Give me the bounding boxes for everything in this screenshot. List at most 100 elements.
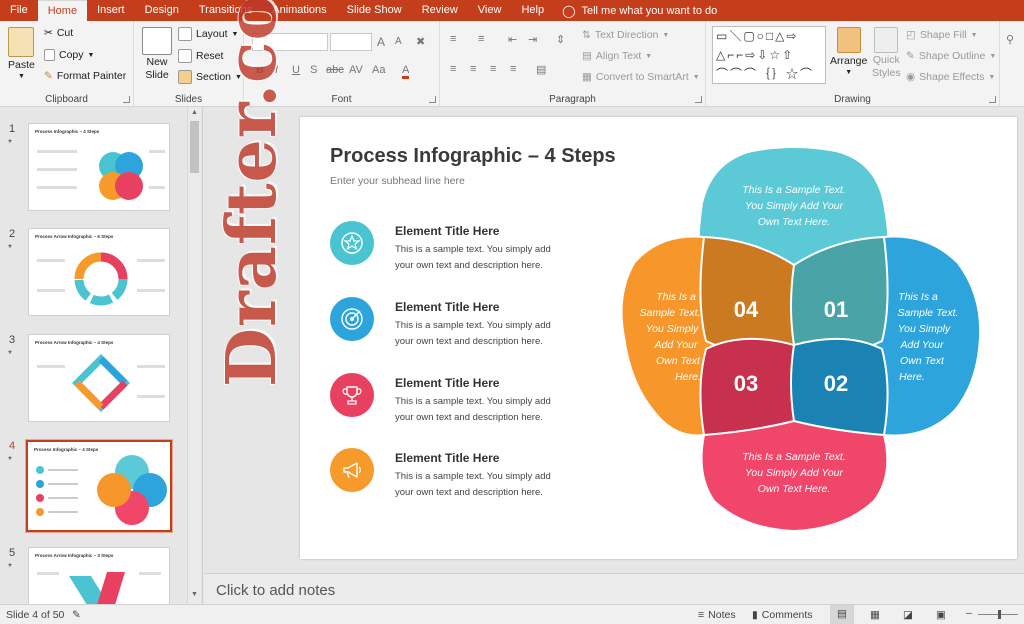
paste-button[interactable]: Paste ▼ — [8, 27, 35, 80]
slide-canvas[interactable]: Process Infographic – 4 Steps Enter your… — [300, 117, 1017, 559]
tab-home[interactable]: Home — [37, 0, 88, 21]
font-family-dropdown[interactable] — [252, 33, 328, 51]
align-text-button[interactable]: ▤ Align Text ▼ — [582, 50, 652, 62]
slide-subtitle[interactable]: Enter your subhead line here — [330, 175, 465, 187]
normal-view-icon: ▤ — [837, 608, 847, 620]
grow-font-button[interactable]: A — [377, 35, 385, 49]
font-group: A A ✖ B I U S abc AV Aa A Font — [244, 21, 440, 107]
section-button[interactable]: Section ▼ — [178, 70, 242, 84]
italic-button[interactable]: I — [275, 64, 278, 76]
increase-indent-icon[interactable]: ⇥ — [528, 33, 537, 46]
chevron-down-icon: ▼ — [970, 31, 978, 39]
tab-insert[interactable]: Insert — [87, 0, 135, 21]
zoom-slider-thumb[interactable] — [998, 610, 1001, 619]
font-launcher[interactable] — [429, 96, 436, 103]
slide-title[interactable]: Process Infographic – 4 Steps — [330, 145, 616, 168]
slide-thumbnail-2[interactable]: Process Arrow Infographic – 6 Steps — [28, 228, 170, 316]
find-icon[interactable]: ⚲ — [1006, 33, 1014, 46]
shrink-font-button[interactable]: A — [395, 36, 402, 47]
tab-animations[interactable]: Animations — [262, 0, 336, 21]
shadow-button[interactable]: S — [310, 64, 317, 76]
bullets-icon[interactable]: ≡ — [450, 33, 458, 45]
element-item-1[interactable]: Element Title Here This is a sample text… — [330, 221, 630, 281]
notes-placeholder[interactable]: Click to add notes — [216, 582, 335, 599]
petal-left-line-5: Own Text — [656, 355, 701, 367]
comments-button[interactable]: ▮ Comments — [752, 609, 813, 621]
copy-button[interactable]: Copy ▼ — [44, 49, 94, 61]
element-description: This is a sample text. You simply add yo… — [395, 396, 551, 423]
tab-design[interactable]: Design — [135, 0, 189, 21]
petal-left-line-2: Sample Text. — [640, 307, 701, 319]
spellcheck-icon[interactable]: ✎ — [72, 609, 81, 621]
chevron-down-icon: ▼ — [235, 73, 242, 81]
convert-smartart-button[interactable]: ▦ Convert to SmartArt ▼ — [582, 71, 700, 83]
clipboard-launcher[interactable] — [123, 96, 130, 103]
tab-review[interactable]: Review — [412, 0, 468, 21]
tab-view[interactable]: View — [468, 0, 512, 21]
thumbnail-scrollbar[interactable]: ▲ ▼ — [187, 107, 201, 604]
new-slide-button[interactable]: New Slide — [142, 27, 172, 81]
align-center-icon[interactable]: ≡ — [470, 63, 476, 75]
clear-formatting-icon[interactable]: ✖ — [416, 35, 425, 48]
paragraph-group-label: Paragraph — [549, 94, 596, 105]
shape-outline-button[interactable]: ✎ Shape Outline ▼ — [906, 50, 996, 62]
decrease-indent-icon[interactable]: ⇤ — [508, 33, 517, 46]
justify-icon[interactable]: ≡ — [510, 63, 516, 75]
align-right-icon[interactable]: ≡ — [490, 63, 496, 75]
text-direction-button[interactable]: ⇅ Text Direction ▼ — [582, 29, 669, 41]
format-painter-button[interactable]: ✎ Format Painter — [44, 70, 126, 82]
font-size-dropdown[interactable] — [330, 33, 372, 51]
notes-pane[interactable]: Click to add notes — [204, 573, 1024, 604]
change-case-button[interactable]: Aa — [372, 64, 385, 76]
petal-bottom-line-2: You Simply Add Your — [745, 467, 844, 479]
notes-button[interactable]: ≡ Notes — [698, 609, 736, 621]
element-item-2[interactable]: Element Title Here This is a sample text… — [330, 297, 630, 357]
char-spacing-button[interactable]: AV — [349, 64, 363, 76]
bold-button[interactable]: B — [256, 64, 264, 76]
columns-icon[interactable]: ▤ — [536, 63, 546, 76]
slide-sorter-icon[interactable]: ▦ — [870, 609, 880, 621]
new-slide-icon — [142, 27, 172, 55]
strikethrough-button[interactable]: abc — [326, 64, 344, 76]
slideshow-icon[interactable]: ▣ — [936, 609, 946, 621]
slide-thumbnail-5[interactable]: Process Arrow Infographic – 3 Steps — [28, 547, 170, 604]
tell-me-box[interactable]: ◯ Tell me what you want to do — [562, 1, 717, 21]
slide-thumbnail-4-selected[interactable]: Process Infographic – 4 Steps — [25, 439, 173, 533]
slide-thumbnail-1[interactable]: Process Infographic – 4 Steps — [28, 123, 170, 211]
effects-icon: ◉ — [906, 71, 916, 83]
cut-button[interactable]: ✂ Cut — [44, 27, 73, 39]
align-left-icon[interactable]: ≡ — [450, 63, 456, 75]
quick-styles-button[interactable]: Quick Styles — [872, 27, 901, 79]
zoom-out-button[interactable]: – — [966, 607, 972, 619]
scroll-up-icon[interactable]: ▲ — [191, 109, 198, 116]
normal-view-button[interactable]: ▤ — [830, 605, 854, 624]
line-spacing-icon[interactable]: ⇕ — [556, 33, 565, 46]
reset-button[interactable]: Reset — [178, 49, 223, 63]
arrange-icon — [836, 27, 861, 53]
font-color-button[interactable]: A — [402, 64, 410, 79]
underline-button[interactable]: U — [292, 64, 300, 76]
paragraph-launcher[interactable] — [695, 96, 702, 103]
tab-slide-show[interactable]: Slide Show — [337, 0, 412, 21]
drawing-launcher[interactable] — [989, 96, 996, 103]
shape-fill-button[interactable]: ◰ Shape Fill ▼ — [906, 29, 978, 41]
layout-button[interactable]: Layout ▼ — [178, 27, 238, 41]
slide-thumbnail-3[interactable]: Process Arrow Infographic – 4 Steps — [28, 334, 170, 422]
shapes-gallery[interactable]: ▭＼▢○□△⇨ △⌐⌐⇨⇩☆⇧ ⌒⌒⌒｛｝☆⌒ — [712, 26, 826, 84]
clipboard-group-label: Clipboard — [45, 94, 88, 105]
element-item-4[interactable]: Element Title Here This is a sample text… — [330, 448, 630, 508]
arrange-button[interactable]: Arrange ▼ — [830, 27, 867, 76]
tab-file[interactable]: File — [0, 0, 38, 21]
scrollbar-thumb[interactable] — [190, 121, 199, 173]
smartart-icon: ▦ — [582, 71, 592, 83]
reading-view-icon[interactable]: ◪ — [903, 609, 913, 621]
element-item-3[interactable]: Element Title Here This is a sample text… — [330, 373, 630, 433]
numbering-icon[interactable]: ≡ — [478, 33, 486, 45]
scroll-down-icon[interactable]: ▼ — [191, 591, 198, 598]
element-circle — [330, 221, 374, 265]
slides-group-label: Slides — [174, 94, 203, 105]
tab-help[interactable]: Help — [511, 0, 554, 21]
tab-transitions[interactable]: Transitions — [189, 0, 262, 21]
shape-effects-button[interactable]: ◉ Shape Effects ▼ — [906, 71, 995, 83]
animation-star: * — [8, 243, 12, 254]
